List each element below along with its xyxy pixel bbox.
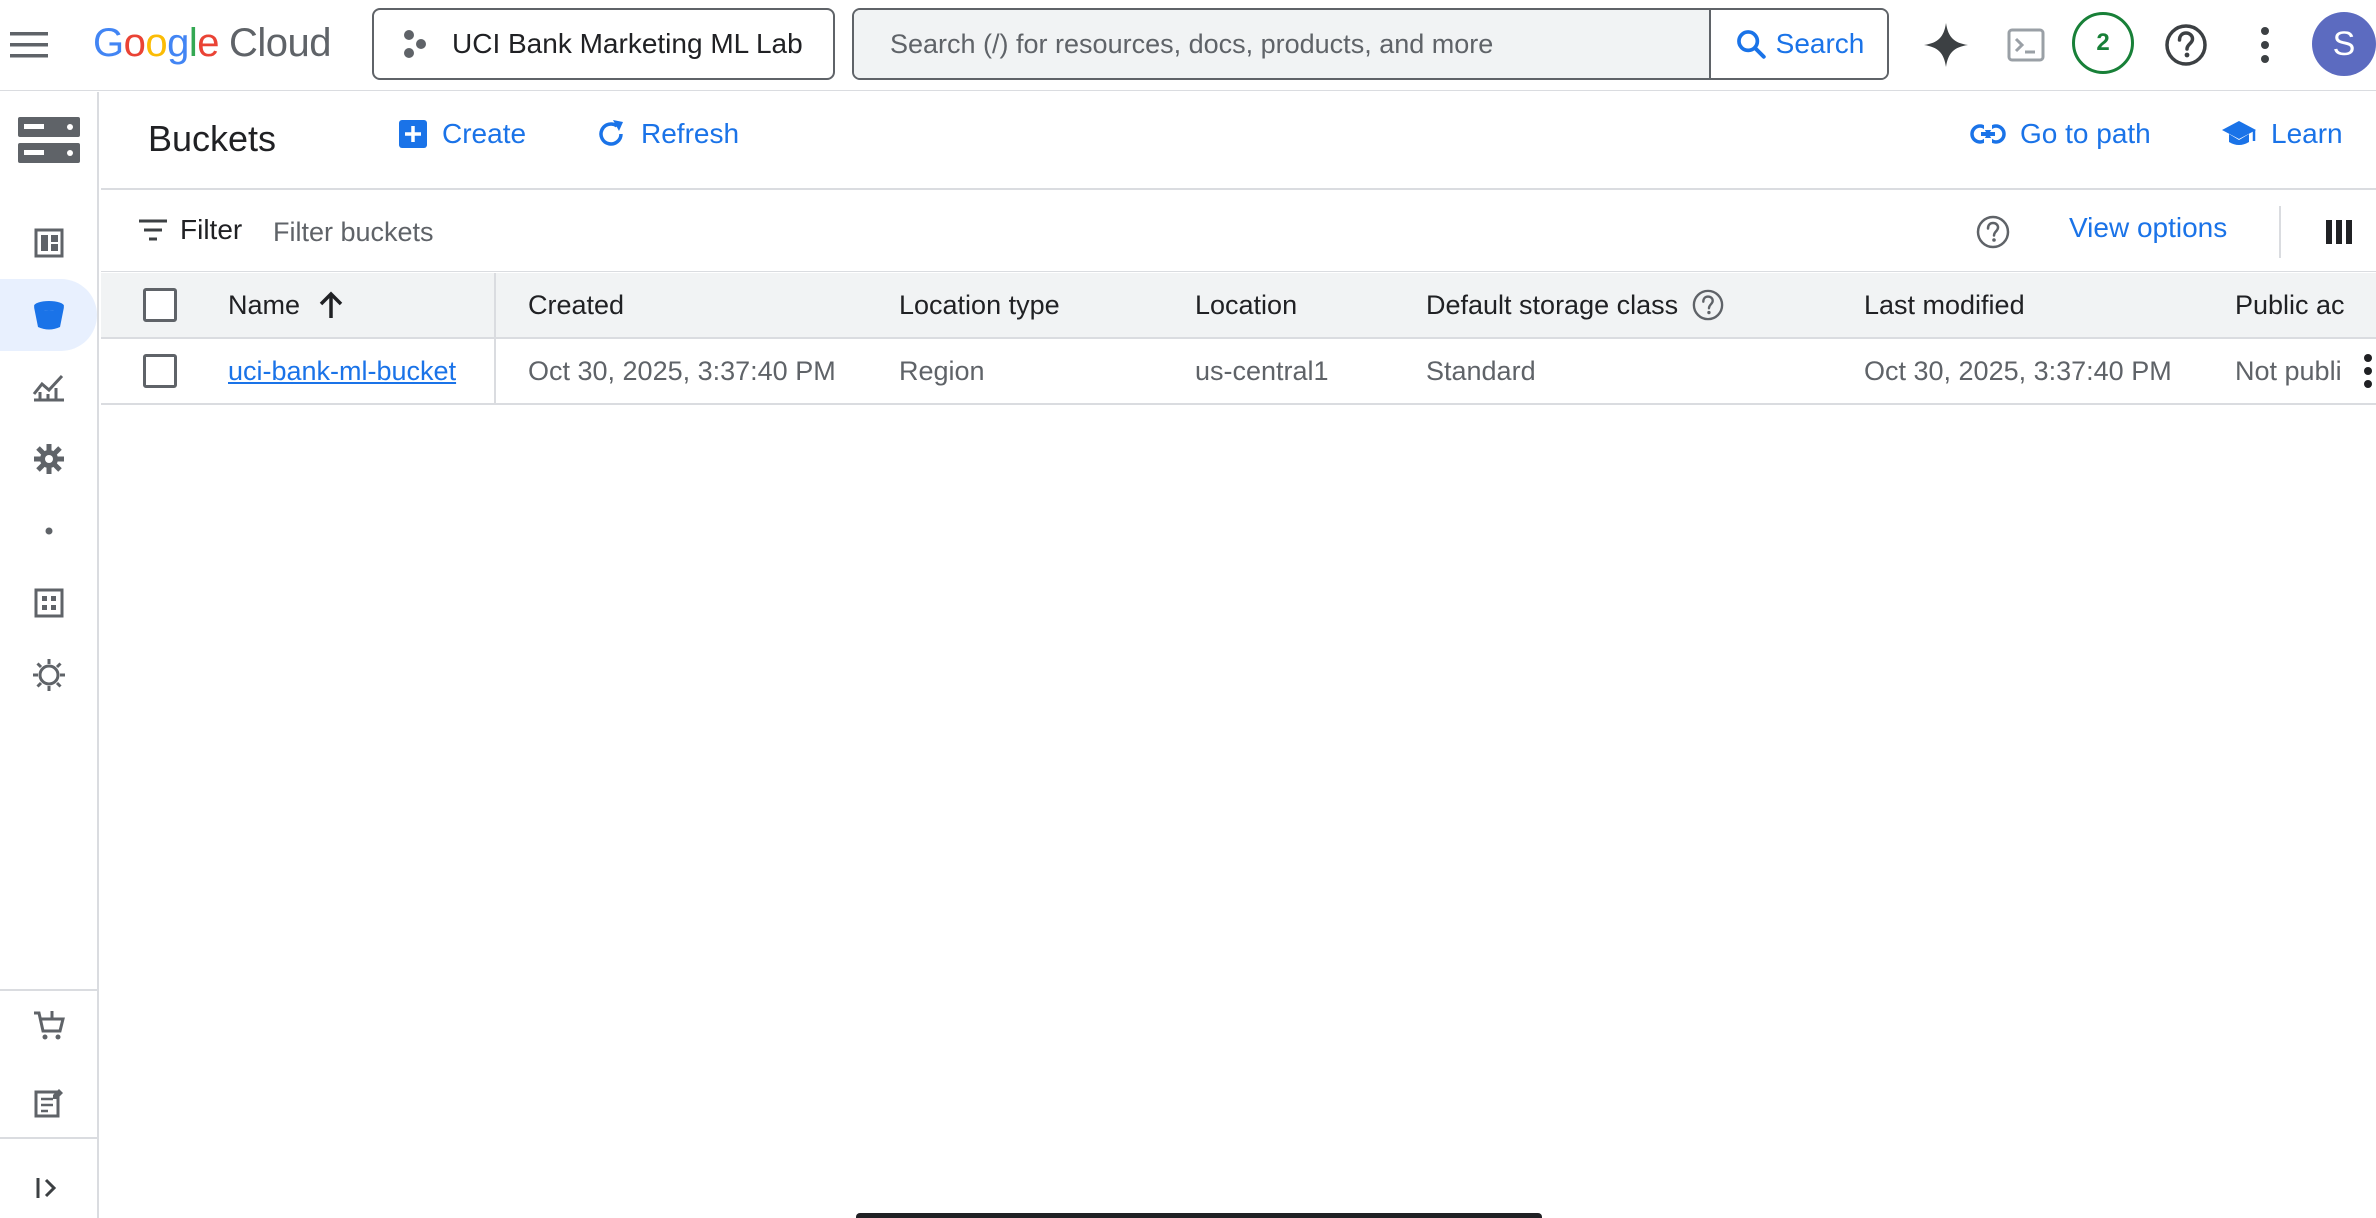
chart-line-icon (32, 374, 64, 402)
table-row: uci-bank-ml-bucket Oct 30, 2025, 3:37:40… (101, 339, 2376, 405)
bucket-name-cell: uci-bank-ml-bucket (228, 339, 456, 403)
page-header: Buckets Create Refresh Go to path Learn (101, 92, 2376, 190)
filter-buckets-input[interactable] (273, 210, 973, 254)
filter-help-button[interactable] (1971, 210, 2015, 254)
column-header-public-access[interactable]: Public ac (2235, 273, 2345, 337)
view-options-button[interactable]: View options (2069, 212, 2227, 244)
help-icon (2165, 24, 2207, 66)
add-box-icon (399, 120, 427, 148)
more-vert-icon (2363, 354, 2372, 388)
filter-bar: Filter View options (101, 192, 2376, 272)
project-name: UCI Bank Marketing ML Lab (452, 28, 803, 59)
dot-icon (45, 527, 52, 535)
column-display-button[interactable] (2319, 212, 2359, 252)
bucket-name-link[interactable]: uci-bank-ml-bucket (228, 356, 456, 387)
more-vert-icon (2261, 27, 2269, 63)
more-options-button[interactable] (2234, 14, 2296, 76)
page-title: Buckets (148, 118, 277, 159)
refresh-icon (599, 120, 623, 146)
nav-divider-dot (0, 495, 97, 567)
nav-release-notes[interactable] (0, 1067, 97, 1139)
last-modified-cell: Oct 30, 2025, 3:37:40 PM (1864, 355, 2172, 386)
nav-inventory[interactable] (0, 567, 97, 639)
created-cell: Oct 30, 2025, 3:37:40 PM (528, 355, 836, 386)
help-icon (1976, 215, 2010, 249)
nav-overview[interactable] (0, 207, 97, 279)
filter-list-icon (139, 219, 167, 241)
search-button[interactable]: Search (1709, 10, 1887, 78)
bucket-icon (33, 301, 64, 330)
help-button[interactable] (2155, 14, 2217, 76)
main-menu-button[interactable] (0, 22, 58, 68)
column-header-name[interactable]: Name (228, 273, 344, 337)
nav-buckets[interactable] (0, 279, 97, 351)
google-cloud-logo[interactable]: Google Cloud (93, 18, 332, 68)
create-button[interactable]: Create (398, 118, 526, 150)
cloud-storage-product-icon[interactable] (0, 92, 97, 190)
nav-separator (0, 1137, 97, 1139)
row-actions-button[interactable] (2359, 339, 2376, 403)
view-column-icon (2326, 220, 2352, 244)
project-picker-button[interactable]: UCI Bank Marketing ML Lab (372, 8, 835, 80)
storage-class-cell: Standard (1426, 355, 1536, 386)
gemini-button[interactable] (1915, 14, 1977, 76)
nav-insights[interactable] (0, 639, 97, 711)
bottom-panel-handle (856, 1213, 1542, 1218)
notifications-badge[interactable]: 2 (2072, 12, 2134, 74)
expand-panel-icon (36, 1178, 56, 1198)
column-header-created[interactable]: Created (528, 273, 624, 337)
nav-expand-button[interactable] (0, 1152, 97, 1218)
gear-icon (33, 444, 64, 474)
filter-button[interactable]: Filter (138, 214, 242, 246)
table-header-row: Name Created Location type Location Defa… (101, 273, 2376, 339)
row-checkbox[interactable] (143, 354, 177, 388)
terminal-icon (2007, 28, 2045, 62)
learn-button[interactable]: Learn (2221, 118, 2343, 150)
account-avatar[interactable]: S (2312, 12, 2376, 76)
cloud-shell-button[interactable] (1995, 14, 2057, 76)
location-type-cell: Region (899, 355, 985, 386)
nav-settings[interactable] (0, 423, 97, 495)
cart-icon (33, 1011, 65, 1040)
help-icon (1692, 289, 1724, 321)
row-select-cell (143, 339, 177, 403)
public-access-cell: Not publi (2235, 355, 2342, 386)
column-header-default-storage-class[interactable]: Default storage class (1426, 273, 1724, 337)
nav-marketplace[interactable] (0, 990, 97, 1062)
grid-report-icon (34, 588, 63, 618)
search-input[interactable] (854, 10, 1709, 78)
notes-icon (34, 1089, 63, 1118)
hamburger-menu-icon (10, 32, 48, 58)
buckets-table: Name Created Location type Location Defa… (101, 273, 2376, 498)
select-all-cell (143, 273, 177, 337)
sparkle-icon (1924, 23, 1968, 67)
link-icon (1970, 124, 2006, 144)
search-bar: Search (852, 8, 1889, 80)
location-cell: us-central1 (1195, 355, 1329, 386)
column-header-last-modified[interactable]: Last modified (1864, 273, 2025, 337)
arrow-up-icon (319, 291, 343, 318)
storage-icon (17, 117, 80, 163)
nav-monitoring[interactable] (0, 351, 97, 423)
top-bar: Google Cloud UCI Bank Marketing ML Lab S… (0, 0, 2376, 91)
select-all-checkbox[interactable] (143, 288, 177, 322)
toolbar-divider (2279, 206, 2281, 258)
go-to-path-button[interactable]: Go to path (1970, 118, 2151, 150)
main-content: Buckets Create Refresh Go to path Learn … (101, 92, 2376, 1218)
left-nav-rail (0, 92, 99, 1218)
column-divider (494, 273, 496, 405)
sun-settings-icon (32, 659, 65, 691)
school-icon (2222, 121, 2256, 145)
column-header-location[interactable]: Location (1195, 273, 1297, 337)
project-dots-icon (400, 29, 430, 59)
column-header-location-type[interactable]: Location type (899, 273, 1060, 337)
search-icon (1736, 30, 1766, 59)
dashboard-icon (34, 228, 63, 258)
refresh-button[interactable]: Refresh (595, 118, 739, 150)
